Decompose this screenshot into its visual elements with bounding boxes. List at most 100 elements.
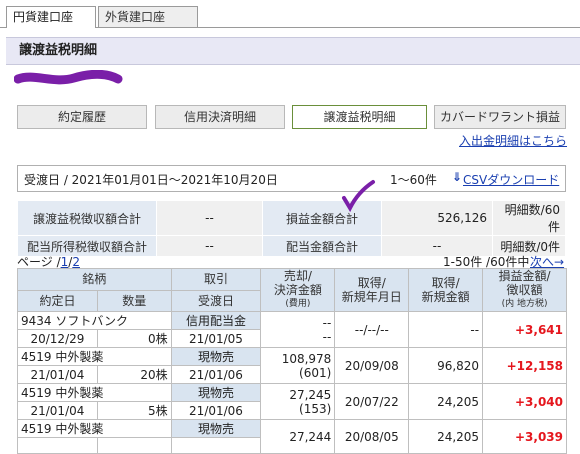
page-title: 譲渡益税明細 [6, 37, 580, 65]
table-row: 4519 中外製薬 現物売 27,244 20/08/05 24,205 +3,… [17, 419, 567, 454]
cell-shutoku-date: --/--/-- [334, 311, 410, 348]
header-sub: (内 地方税) [501, 299, 548, 309]
header-yakujo: 約定日 [17, 289, 98, 312]
header-torihiki: 取引 [170, 268, 262, 291]
period-text: 受渡日 / 2021年01月01日〜2021年10月20日 [24, 173, 278, 187]
page-title-text: 譲渡益税明細 [19, 43, 98, 58]
page-total-link[interactable]: 2 [72, 255, 80, 269]
download-arrow-icon: ⇓ [452, 170, 463, 184]
summary-value: -- [156, 235, 263, 257]
value: 108,978 [281, 351, 332, 366]
cell-yakujo: 20/12/29 [17, 329, 98, 348]
summary-row: 譲渡益税徴収額合計 -- 損益金額合計 526,126 明細数/60件 [17, 200, 566, 236]
cell-shutoku-date: 20/09/08 [334, 347, 410, 384]
header-ukewatashi: 受渡日 [170, 289, 262, 312]
header-baikyaku: 売却/ 決済金額 (費用) [260, 268, 336, 312]
cell-soneki: +12,158 [482, 347, 567, 384]
cell-baikyaku: -- -- [260, 311, 336, 348]
cell-shutoku-date: 20/08/05 [334, 419, 410, 454]
cell-shutoku-amount: -- [408, 311, 484, 348]
cell-name: 4519 中外製薬 [17, 419, 172, 438]
cell-torihiki: 現物売 [170, 383, 262, 402]
table-row: 9434 ソフトバンク 信用配当金 -- -- --/--/-- -- +3,64… [17, 311, 567, 348]
cell-torihiki: 現物売 [170, 347, 262, 366]
record-range: 1〜60件 [390, 173, 437, 187]
tab-yen-account[interactable]: 円貨建口座 [6, 6, 96, 28]
table-header-row: 銘柄 取引 売却/ 決済金額 (費用) 取得/ 新規年月日 取得/ 新規金額 損… [17, 268, 567, 312]
header-sub: (費用) [285, 299, 311, 309]
value: 27,244 [289, 429, 332, 444]
cell-torihiki: 信用配当金 [170, 311, 262, 330]
pager-prefix: ページ / [17, 255, 61, 269]
summary-label: 譲渡益税徴収額合計 [17, 200, 157, 236]
cell-shutoku-date: 20/07/22 [334, 383, 410, 420]
nav-label: 譲渡益税明細 [323, 110, 396, 124]
header-meigara: 銘柄 [17, 268, 172, 291]
nav-trade-history[interactable]: 約定履歴 [17, 105, 147, 129]
nav-label: 信用決済明細 [183, 110, 256, 124]
nav-capital-gains-tax[interactable]: 譲渡益税明細 [292, 105, 427, 129]
nav-covered-warrant[interactable]: カバードワラント損益 [434, 105, 566, 129]
fee: (153) [299, 401, 332, 416]
cell-name: 4519 中外製薬 [17, 383, 172, 402]
header-shutoku-date: 取得/ 新規年月日 [334, 268, 410, 312]
check-scribble-mark [342, 180, 375, 213]
cell-suryo: 20株 [96, 365, 172, 384]
nav-label: カバードワラント損益 [439, 110, 560, 124]
cell-name: 9434 ソフトバンク [17, 311, 172, 330]
cell-baikyaku: 27,245 (153) [260, 383, 336, 420]
summary-value: 526,126 [381, 200, 493, 236]
header-line: 新規金額 [421, 290, 470, 304]
cell-shutoku-amount: 24,205 [408, 419, 484, 454]
summary-value: -- [156, 200, 263, 236]
cell-suryo: 5株 [96, 401, 172, 420]
header-line: 損益金額/ [498, 269, 551, 283]
header-shutoku-amount: 取得/ 新規金額 [408, 268, 484, 312]
header-line: 取得/ [357, 276, 386, 290]
header-line: 売却/ [283, 269, 312, 283]
cell-name: 4519 中外製薬 [17, 347, 172, 366]
header-line: 決済金額 [273, 283, 322, 297]
header-line: 取得/ [431, 276, 460, 290]
cell-yakujo: 21/01/04 [17, 365, 98, 384]
tab-label: 円貨建口座 [13, 10, 74, 24]
cell-baikyaku: 108,978 (601) [260, 347, 336, 384]
tab-label: 外貨建口座 [105, 10, 166, 24]
header-line: 新規年月日 [341, 290, 402, 304]
header-suryo: 数量 [96, 289, 172, 312]
tab-foreign-account[interactable]: 外貨建口座 [98, 6, 198, 27]
cell-shutoku-amount: 24,205 [408, 383, 484, 420]
cell-yakujo [17, 437, 98, 454]
nav-label: 約定履歴 [57, 110, 106, 124]
cell-soneki: +3,641 [482, 311, 567, 348]
cell-baikyaku: 27,244 [260, 419, 336, 454]
value: -- [322, 315, 332, 330]
cell-soneki: +3,040 [482, 383, 567, 420]
cell-yakujo: 21/01/04 [17, 401, 98, 420]
cell-suryo: 0株 [96, 329, 172, 348]
cell-ukewatashi: 21/01/05 [170, 329, 262, 348]
fee: -- [322, 329, 332, 344]
cell-suryo [96, 437, 172, 454]
deposit-detail-link[interactable]: 入出金明細はこちら [459, 132, 567, 149]
value: 27,245 [289, 387, 332, 402]
cell-ukewatashi: 21/01/06 [170, 365, 262, 384]
table-row: 4519 中外製薬 現物売 108,978 (601) 20/09/08 96,8… [17, 347, 567, 384]
header-soneki: 損益金額/ 徴収額 (内 地方税) [482, 268, 567, 312]
csv-download-link[interactable]: CSVダウンロード [463, 171, 559, 188]
redaction-mark [14, 70, 123, 85]
fee: (601) [299, 365, 332, 380]
nav-margin-settlement[interactable]: 信用決済明細 [155, 105, 285, 129]
cell-shutoku-amount: 96,820 [408, 347, 484, 384]
cell-torihiki: 現物売 [170, 419, 262, 438]
summary-table: 譲渡益税徴収額合計 -- 損益金額合計 526,126 明細数/60件 配当所得… [17, 200, 566, 257]
header-line: 徴収額 [506, 283, 543, 297]
cell-ukewatashi: 21/01/06 [170, 401, 262, 420]
summary-count: 明細数/60件 [492, 200, 566, 236]
cell-soneki: +3,039 [482, 419, 567, 454]
cell-ukewatashi [170, 437, 262, 454]
summary-label: 配当金額合計 [262, 235, 382, 257]
detail-table: 銘柄 取引 売却/ 決済金額 (費用) 取得/ 新規年月日 取得/ 新規金額 損… [17, 268, 567, 454]
table-row: 4519 中外製薬 現物売 27,245 (153) 20/07/22 24,20… [17, 383, 567, 420]
period-box: 受渡日 / 2021年01月01日〜2021年10月20日 1〜60件 ⇓ CS… [17, 165, 566, 192]
